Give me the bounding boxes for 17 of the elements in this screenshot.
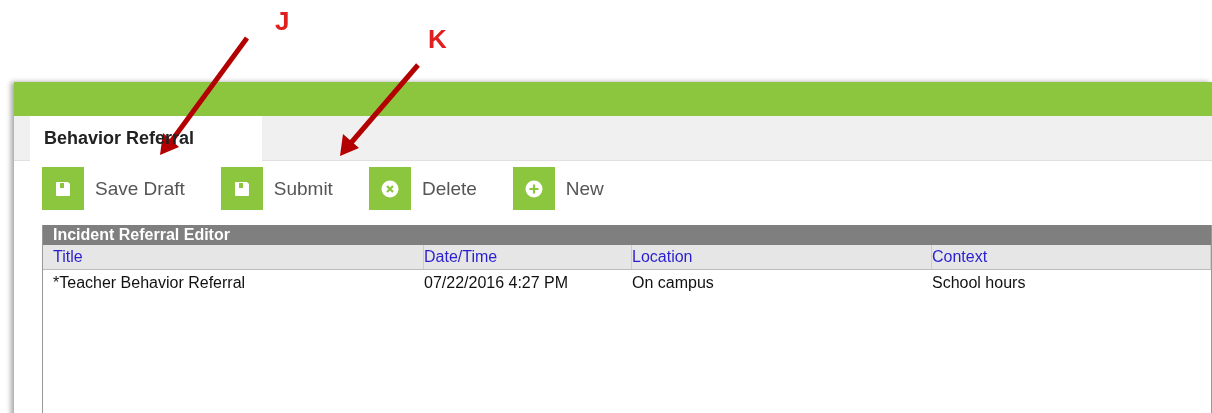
column-header[interactable]: Context <box>932 245 1211 269</box>
toolbar-button[interactable]: Delete <box>368 167 477 210</box>
toolbar-button[interactable]: New <box>512 167 604 210</box>
column-header[interactable]: Location <box>632 245 932 269</box>
annotation-label: J <box>275 6 290 37</box>
table-cell-text: *Teacher Behavior Referral <box>53 274 247 292</box>
close-icon <box>380 179 399 198</box>
annotation-label: K <box>428 24 447 55</box>
toolbar-button[interactable]: Save Draft <box>42 167 185 210</box>
column-header[interactable]: Date/Time <box>424 245 632 269</box>
table-cell-text: On campus <box>632 274 715 292</box>
panel-title: Incident Referral Editor <box>43 225 1211 245</box>
column-header[interactable]: Title <box>53 245 424 269</box>
plus-icon <box>524 179 543 198</box>
table-cell-text: School hours <box>932 274 1027 292</box>
toolbar-button[interactable]: Submit <box>220 167 333 210</box>
table-cell-text: 07/22/2016 4:27 PM <box>424 274 570 292</box>
